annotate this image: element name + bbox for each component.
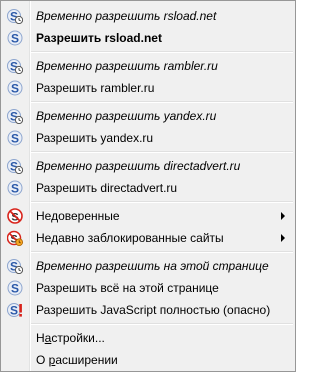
about-label-suffix: асширении [55,353,118,367]
menu-item-settings[interactable]: Настройки... [3,327,293,349]
svg-text:S: S [11,32,19,46]
menu-item-recently-blocked[interactable]: S Недавно заблокированные сайты [3,227,293,249]
svg-text:S: S [11,132,19,146]
menu-item-temp-allow-rsload[interactable]: S Временно разрешить rsload.net [3,5,293,27]
menu-item-allow-rsload[interactable]: S Разрешить rsload.net [3,27,293,49]
menu-item-label: Временно разрешить directadvert.ru [36,159,241,173]
noscript-s-clock-icon: S [7,259,23,274]
menu-item-label: Разрешить всё на этой странице [36,281,219,295]
noscript-s-icon: S [7,180,23,196]
menu-item-temp-allow-directadvert[interactable]: S Временно разрешить directadvert.ru [3,155,293,177]
noscript-s-clock-icon: S [7,159,23,174]
menu-separator [31,251,293,253]
menu-item-label: Разрешить rambler.ru [36,81,155,95]
menu-item-label: Недавно заблокированные сайты [36,231,224,245]
menu-item-allow-directadvert[interactable]: S Разрешить directadvert.ru [3,177,293,199]
menu-item-label: Разрешить JavaScript полностью (опасно) [36,303,271,317]
svg-text:S: S [11,182,19,196]
menu-item-label: Временно разрешить rsload.net [36,9,217,23]
menu-item-label: Временно разрешить на этой странице [36,259,269,273]
menu-item-allow-rambler[interactable]: S Разрешить rambler.ru [3,77,293,99]
menu-item-label: О расширении [36,349,118,371]
settings-label-prefix: Н [36,331,45,345]
about-label-prefix: О [36,353,49,367]
svg-text:S: S [11,282,19,296]
menu-item-label: Временно разрешить rambler.ru [36,59,218,73]
menu-separator [31,323,293,325]
noscript-s-icon: S [7,130,23,146]
noscript-s-exclamation-icon: S [7,303,22,318]
menu-item-about[interactable]: О расширении [3,349,293,371]
noscript-recent-blocked-icon: S [7,230,23,246]
noscript-s-icon: S [7,80,23,96]
noscript-s-icon: S [7,30,23,46]
noscript-untrusted-icon: S [7,208,23,224]
menu-separator [31,101,293,103]
submenu-arrow-icon [281,234,285,242]
menu-item-temp-allow-page[interactable]: S Временно разрешить на этой странице [3,255,293,277]
svg-text:S: S [11,82,19,96]
menu-item-allow-yandex[interactable]: S Разрешить yandex.ru [3,127,293,149]
settings-label-suffix: стройки... [51,331,105,345]
noscript-s-clock-icon: S [7,9,23,24]
menu-separator [31,51,293,53]
noscript-s-icon: S [7,280,23,296]
menu-item-temp-allow-yandex[interactable]: S Временно разрешить yandex.ru [3,105,293,127]
svg-text:S: S [10,304,18,318]
menu-item-allow-js-global[interactable]: S Разрешить JavaScript полностью (опасно… [3,299,293,321]
noscript-s-clock-icon: S [7,59,23,74]
menu-item-label: Временно разрешить yandex.ru [36,109,217,123]
menu-item-untrusted[interactable]: S Недоверенные [3,205,293,227]
menu-item-label: Разрешить yandex.ru [36,131,154,145]
menu-item-temp-allow-rambler[interactable]: S Временно разрешить rambler.ru [3,55,293,77]
noscript-context-menu: S Временно разрешить rsload.net S Разреш… [0,0,296,372]
menu-item-label: Разрешить rsload.net [36,31,162,45]
menu-item-label: Настройки... [36,327,105,349]
menu-item-label: Недоверенные [36,209,120,223]
menu-separator [31,201,293,203]
submenu-arrow-icon [281,212,285,220]
menu-item-label: Разрешить directadvert.ru [36,181,178,195]
menu-separator [31,151,293,153]
noscript-s-clock-icon: S [7,109,23,124]
menu-item-allow-all-page[interactable]: S Разрешить всё на этой странице [3,277,293,299]
